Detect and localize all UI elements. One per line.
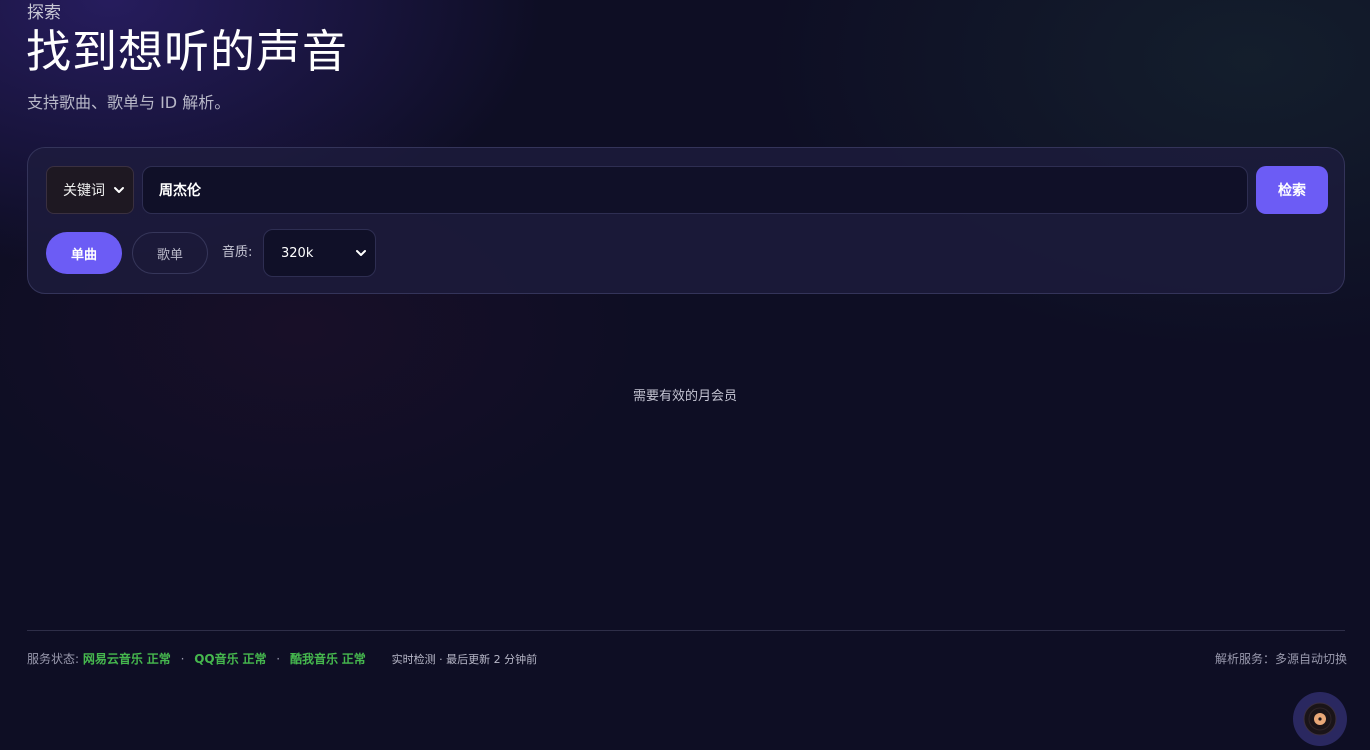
search-panel: 关键词 检索 单曲 歌单 音质: 320k	[27, 147, 1345, 294]
service-status-label: 服务状态:	[27, 652, 80, 666]
service-separator: ·	[276, 652, 281, 666]
service-netease-status: 正常	[146, 652, 171, 666]
service-qq-name: QQ音乐	[194, 652, 239, 666]
eyebrow-label: 探索	[27, 3, 61, 23]
service-qq-status: 正常	[242, 652, 267, 666]
service-netease-name: 网易云音乐	[82, 652, 143, 666]
quality-label: 音质:	[222, 245, 253, 260]
page-subtitle: 支持歌曲、歌单与 ID 解析。	[27, 93, 231, 112]
search-input[interactable]	[142, 166, 1248, 214]
detection-info: 实时检测 · 最后更新 2 分钟前	[391, 653, 538, 666]
page-title: 找到想听的声音	[26, 25, 349, 78]
search-button[interactable]: 检索	[1256, 166, 1328, 214]
search-mode-select[interactable]: 关键词	[46, 166, 134, 214]
tab-playlist[interactable]: 歌单	[132, 232, 208, 274]
resolver-info: 解析服务：多源自动切换	[1214, 652, 1347, 666]
vinyl-disc-icon	[1303, 702, 1337, 736]
quality-value: 320k	[281, 245, 314, 261]
tab-single[interactable]: 单曲	[46, 232, 122, 274]
service-kuwo-name: 酷我音乐	[289, 652, 338, 666]
results-empty-message: 需要有效的月会员	[632, 389, 737, 404]
chevron-down-icon	[356, 250, 366, 256]
player-button[interactable]	[1293, 692, 1347, 746]
chevron-down-icon	[114, 187, 124, 193]
service-kuwo-status: 正常	[341, 652, 366, 666]
footer-divider	[27, 630, 1345, 631]
quality-select[interactable]: 320k	[263, 229, 376, 277]
service-status: 服务状态: 网易云音乐 正常 · QQ音乐 正常 · 酷我音乐 正常 实时检测 …	[27, 650, 537, 669]
service-separator: ·	[180, 652, 185, 666]
search-mode-value: 关键词	[63, 183, 105, 199]
